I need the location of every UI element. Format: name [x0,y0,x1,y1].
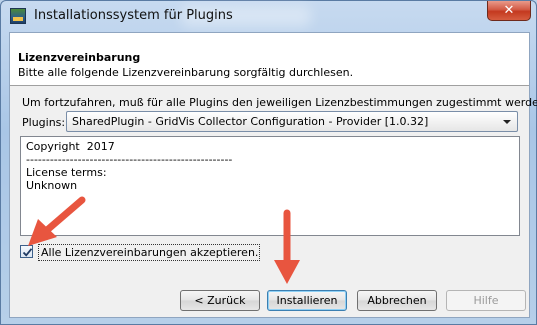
plugins-label: Plugins: [22,116,66,129]
installer-window: Installationssystem für Plugins ✕ Lizenz… [0,0,537,325]
plugins-dropdown-value: SharedPlugin - GridVis Collector Configu… [72,115,429,128]
install-button[interactable]: Installieren [267,290,347,311]
license-line: ----------------------------------------… [26,153,233,166]
accept-checkbox[interactable] [20,245,33,258]
close-icon: ✕ [503,3,515,18]
info-text: Um fortzufahren, muß für alle Plugins de… [22,96,537,109]
plugins-dropdown[interactable]: SharedPlugin - GridVis Collector Configu… [66,111,518,132]
license-line: Copyright 2017 [26,140,115,153]
license-text-area[interactable]: Copyright 2017 -------------------------… [20,136,520,236]
page-subtitle: Bitte alle folgende Lizenzvereinbarung s… [18,66,354,79]
title-bar[interactable]: Installationssystem für Plugins ✕ [1,1,537,33]
license-line: License terms: [26,166,107,179]
help-button[interactable]: Hilfe [446,290,526,311]
app-icon [10,8,26,24]
checkmark-icon [22,248,33,257]
dialog-content: Lizenzvereinbarung Bitte alle folgende L… [9,32,537,318]
chevron-down-icon[interactable] [503,120,511,124]
accept-label[interactable]: Alle Lizenzvereinbarungen akzeptieren. [38,244,261,261]
close-button[interactable]: ✕ [487,1,531,21]
header-panel: Lizenzvereinbarung Bitte alle folgende L… [10,33,529,86]
page-title: Lizenzvereinbarung [18,51,141,64]
license-line: Unknown [26,179,78,192]
back-button[interactable]: < Zurück [180,290,260,311]
window-title: Installationssystem für Plugins [34,8,233,23]
cancel-button[interactable]: Abbrechen [357,290,437,311]
